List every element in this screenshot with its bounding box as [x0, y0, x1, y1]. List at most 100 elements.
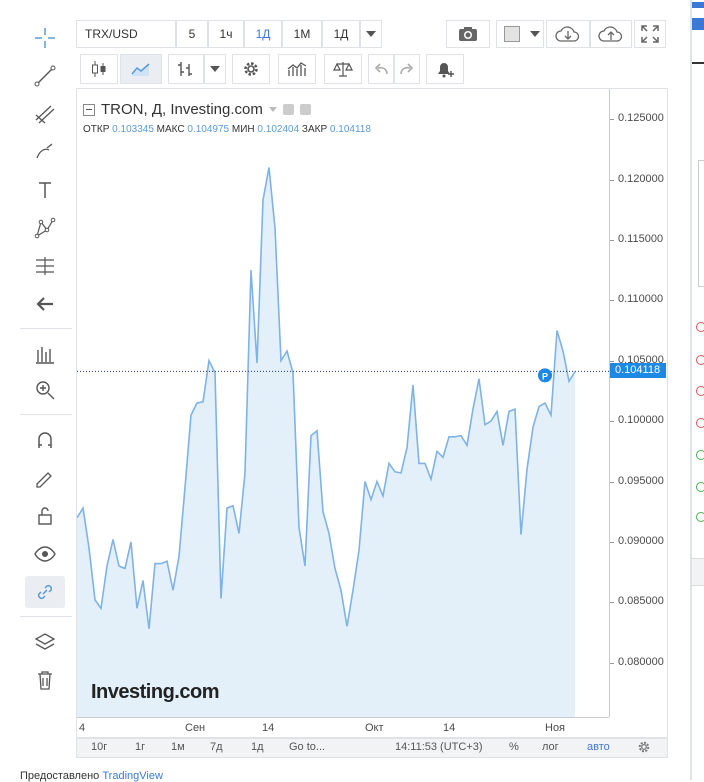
- status-dot-green: [696, 482, 704, 492]
- brush-icon[interactable]: [25, 136, 65, 168]
- redo-icon[interactable]: [394, 54, 420, 84]
- x-tick-label: Сен: [185, 722, 206, 734]
- current-price-tag: 0.104118: [610, 363, 666, 379]
- link-icon[interactable]: [25, 576, 65, 608]
- chart-toolbar: [76, 54, 668, 84]
- auto-toggle[interactable]: авто: [587, 741, 610, 753]
- compare-icon[interactable]: [324, 54, 362, 84]
- high-label: МАКС: [156, 124, 185, 135]
- y-tick-label: 0.080000: [618, 655, 664, 668]
- eye-icon[interactable]: [25, 538, 65, 570]
- interval-1m-button[interactable]: 1М: [282, 20, 322, 48]
- separator: [20, 328, 72, 329]
- y-tick: [610, 360, 614, 362]
- price-chart: P: [77, 167, 609, 717]
- area-chart-icon[interactable]: [120, 54, 162, 84]
- interval-1d-button[interactable]: 1Д: [244, 20, 282, 48]
- x-tick-label: 4: [79, 722, 86, 734]
- indicators-icon[interactable]: [278, 54, 316, 84]
- y-tick: [610, 481, 614, 483]
- trash-icon[interactable]: [25, 664, 65, 696]
- collapse-icon[interactable]: [83, 103, 95, 116]
- cloud-upload-icon[interactable]: [590, 20, 632, 48]
- undo-icon[interactable]: [368, 54, 394, 84]
- y-tick-label: 0.100000: [618, 414, 664, 427]
- gear-icon[interactable]: [637, 740, 651, 757]
- status-dot-green: [696, 450, 704, 460]
- y-tick: [610, 239, 614, 241]
- cloud-download-icon[interactable]: [546, 20, 590, 48]
- zoom-in-icon[interactable]: [25, 374, 65, 406]
- measure-icon[interactable]: [25, 250, 65, 282]
- color-swatch-button[interactable]: [496, 20, 544, 48]
- camera-icon[interactable]: [446, 20, 490, 48]
- chart-container: P TRON, Д, Investing.com ОТКР 0.103345 М…: [76, 88, 668, 738]
- bars-icon[interactable]: [168, 54, 204, 84]
- bottom-toolbar: 10г 1г 1м 7д 1д Go to... 14:11:53 (UTC+3…: [76, 738, 668, 758]
- investing-logo: Investing.com: [91, 681, 219, 703]
- pitchfork-icon[interactable]: [25, 98, 65, 130]
- range-10y-button[interactable]: 10г: [91, 741, 107, 753]
- interval-5m-button[interactable]: 5: [176, 20, 208, 48]
- interval-dropdown-value[interactable]: 1Д: [322, 20, 360, 48]
- range-1d-button[interactable]: 1д: [251, 741, 264, 753]
- y-tick: [610, 179, 614, 181]
- clock-time: 14:11:53 (UTC+3): [395, 741, 483, 753]
- candles-icon[interactable]: [80, 54, 118, 84]
- gear-icon[interactable]: [232, 54, 270, 84]
- x-tick-label: 14: [262, 722, 275, 734]
- arrow-left-icon[interactable]: [25, 288, 65, 320]
- text-tool-icon[interactable]: [25, 174, 65, 206]
- y-tick-label: 0.125000: [618, 112, 664, 125]
- x-tick-label: Ноя: [545, 722, 566, 734]
- trend-line-icon[interactable]: [25, 60, 65, 92]
- pattern-icon[interactable]: [25, 212, 65, 244]
- chart-legend: TRON, Д, Investing.com ОТКР 0.103345 МАК…: [83, 101, 371, 135]
- zoom-area-icon[interactable]: [25, 338, 65, 370]
- high-value: 0.104975: [187, 124, 230, 135]
- status-dot-red: [696, 355, 704, 365]
- y-tick-label: 0.115000: [618, 232, 664, 245]
- time-axis[interactable]: 4 Сен 14 Окт 14 Ноя: [77, 717, 609, 738]
- range-1m-button[interactable]: 1м: [171, 741, 185, 753]
- settings-icon[interactable]: [299, 104, 311, 115]
- y-tick: [610, 119, 614, 121]
- series-title: TRON, Д, Investing.com: [101, 101, 263, 118]
- fullscreen-icon[interactable]: [634, 20, 666, 48]
- tradingview-link[interactable]: TradingView: [102, 770, 163, 782]
- range-7d-button[interactable]: 7д: [210, 741, 223, 753]
- y-tick: [610, 662, 614, 664]
- layers-icon[interactable]: [25, 626, 65, 658]
- symbol-input[interactable]: TRX/USD: [76, 20, 176, 48]
- right-panel: [688, 0, 704, 780]
- interval-1h-button[interactable]: 1ч: [208, 20, 244, 48]
- price-marker-label: P: [542, 371, 548, 381]
- chevron-down-icon[interactable]: [268, 107, 277, 112]
- alert-bell-icon[interactable]: [426, 54, 464, 84]
- price-area: [77, 167, 575, 717]
- magnet-icon[interactable]: [25, 424, 65, 456]
- chevron-down-icon[interactable]: [204, 54, 226, 84]
- price-axis[interactable]: 0.125000 0.120000 0.115000 0.110000 0.105000…: [610, 89, 668, 717]
- x-tick-label: Окт: [365, 722, 384, 734]
- top-toolbar: TRX/USD 5 1ч 1Д 1М 1Д: [76, 20, 668, 48]
- y-tick: [610, 602, 614, 604]
- goto-button[interactable]: Go to...: [289, 741, 325, 753]
- plot-area[interactable]: P TRON, Д, Investing.com ОТКР 0.103345 М…: [77, 89, 610, 717]
- y-tick-label: 0.085000: [618, 595, 664, 608]
- log-toggle[interactable]: лог: [542, 741, 559, 753]
- status-dot-red: [696, 418, 704, 428]
- eye-icon[interactable]: [282, 104, 294, 115]
- crosshair-icon[interactable]: [25, 22, 65, 54]
- range-1y-button[interactable]: 1г: [135, 741, 145, 753]
- status-dot-red: [696, 322, 704, 332]
- footer: Предоставлено TradingView: [20, 770, 163, 782]
- percent-toggle[interactable]: %: [509, 741, 519, 753]
- status-dot-red: [696, 386, 704, 396]
- lock-icon[interactable]: [25, 500, 65, 532]
- low-label: МИН: [231, 124, 255, 135]
- ohlc-values: ОТКР 0.103345 МАКС 0.104975 МИН 0.102404…: [83, 124, 371, 135]
- y-tick-label: 0.120000: [618, 172, 664, 185]
- pencil-lock-icon[interactable]: [25, 462, 65, 494]
- chevron-down-icon[interactable]: [360, 20, 382, 48]
